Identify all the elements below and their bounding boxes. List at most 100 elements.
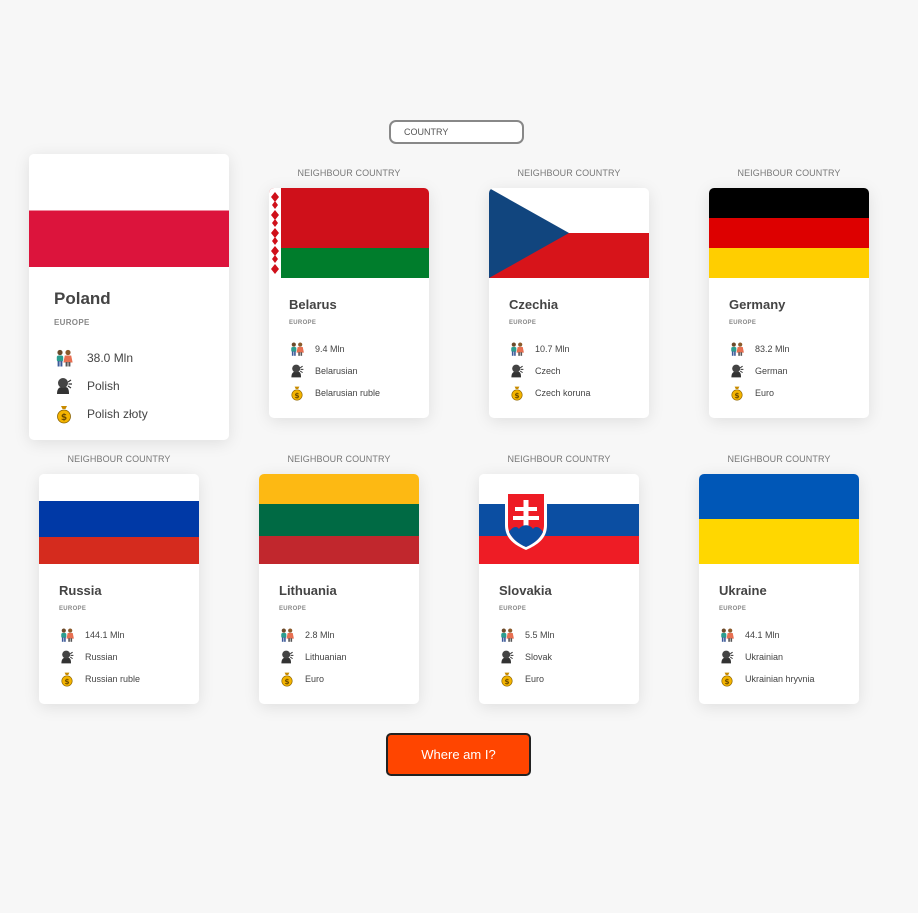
- speaking-head-icon: [54, 376, 74, 396]
- country-region: EUROPE: [499, 606, 527, 612]
- money-bag-icon: $: [499, 671, 515, 687]
- neighbour-label: NEIGHBOUR COUNTRY: [737, 168, 841, 178]
- people-icon: [729, 341, 745, 357]
- people-icon: [289, 341, 305, 357]
- population-value: 83.2 Mln: [755, 344, 790, 354]
- country-name: Belarus: [289, 297, 337, 312]
- language-value: German: [755, 366, 788, 376]
- people-icon: [59, 627, 75, 643]
- currency-value: Euro: [755, 388, 775, 398]
- speaking-head-icon: [59, 649, 75, 665]
- svg-text:$: $: [294, 391, 299, 400]
- population-value: 9.4 Mln: [315, 344, 345, 354]
- language-value: Polish: [87, 379, 120, 393]
- neighbour-label: NEIGHBOUR COUNTRY: [67, 454, 171, 464]
- country-region: EUROPE: [289, 320, 317, 326]
- money-bag-icon: $: [54, 404, 74, 424]
- main-country-card: Poland EUROPE 38.0 Mln Polish $ Polish z…: [29, 154, 229, 440]
- svg-text:$: $: [61, 413, 67, 423]
- money-bag-icon: $: [719, 671, 735, 687]
- where-am-i-button[interactable]: Where am I?: [386, 733, 531, 776]
- neighbour-card-czechia[interactable]: Czechia EUROPE 10.7 Mln Czech $ Czech kor…: [489, 188, 649, 418]
- neighbour-card-germany[interactable]: Germany EUROPE 83.2 Mln German $ Euro: [709, 188, 869, 418]
- population-value: 5.5 Mln: [525, 630, 555, 640]
- money-bag-icon: $: [729, 385, 745, 401]
- country-name: Ukraine: [719, 583, 767, 598]
- country-region: EUROPE: [54, 318, 90, 327]
- language-row: Lithuanian: [279, 646, 399, 668]
- people-icon: [509, 341, 525, 357]
- people-icon: [54, 348, 74, 368]
- population-value: 2.8 Mln: [305, 630, 335, 640]
- language-value: Slovak: [525, 652, 553, 662]
- germany-flag: [709, 188, 869, 278]
- currency-value: Euro: [525, 674, 545, 684]
- neighbour-label: NEIGHBOUR COUNTRY: [297, 168, 401, 178]
- currency-value: Belarusian ruble: [315, 388, 381, 398]
- svg-text:$: $: [724, 677, 729, 686]
- neighbour-card-belarus[interactable]: Belarus EUROPE 9.4 Mln Belarusian $ Belar…: [269, 188, 429, 418]
- language-row: Belarusian: [289, 360, 409, 382]
- language-row: Polish: [54, 372, 204, 400]
- country-region: EUROPE: [729, 320, 757, 326]
- currency-row: $ Euro: [729, 382, 849, 404]
- country-region: EUROPE: [279, 606, 307, 612]
- country-name: Slovakia: [499, 583, 552, 598]
- population-row: 2.8 Mln: [279, 624, 399, 646]
- neighbour-card-russia[interactable]: Russia EUROPE 144.1 Mln Russian $ Russian…: [39, 474, 199, 704]
- neighbour-card-slovakia[interactable]: Slovakia EUROPE 5.5 Mln Slovak $ Euro: [479, 474, 639, 704]
- currency-row: $ Czech koruna: [509, 382, 629, 404]
- currency-row: $ Russian ruble: [59, 668, 179, 690]
- svg-text:$: $: [514, 391, 519, 400]
- svg-text:$: $: [504, 677, 509, 686]
- population-value: 144.1 Mln: [85, 630, 125, 640]
- population-row: 144.1 Mln: [59, 624, 179, 646]
- language-value: Belarusian: [315, 366, 358, 376]
- language-value: Russian: [85, 652, 118, 662]
- language-value: Czech: [535, 366, 561, 376]
- language-value: Ukrainian: [745, 652, 784, 662]
- neighbour-card-ukraine[interactable]: Ukraine EUROPE 44.1 Mln Ukrainian $ Ukrai…: [699, 474, 859, 704]
- neighbour-card-lithuania[interactable]: Lithuania EUROPE 2.8 Mln Lithuanian $ Eur…: [259, 474, 419, 704]
- svg-text:$: $: [734, 391, 739, 400]
- money-bag-icon: $: [279, 671, 295, 687]
- country-name: Poland: [54, 289, 111, 308]
- speaking-head-icon: [719, 649, 735, 665]
- lithuania-flag: [259, 474, 419, 564]
- currency-value: Czech koruna: [535, 388, 591, 398]
- money-bag-icon: $: [59, 671, 75, 687]
- currency-value: Russian ruble: [85, 674, 141, 684]
- svg-text:$: $: [64, 677, 69, 686]
- speaking-head-icon: [509, 363, 525, 379]
- neighbour-label: NEIGHBOUR COUNTRY: [727, 454, 831, 464]
- language-row: German: [729, 360, 849, 382]
- currency-row: $ Euro: [279, 668, 399, 690]
- slovakia-flag: [479, 474, 639, 564]
- country-search-input[interactable]: [389, 120, 524, 144]
- country-region: EUROPE: [719, 606, 747, 612]
- svg-text:$: $: [284, 677, 289, 686]
- speaking-head-icon: [499, 649, 515, 665]
- population-row: 9.4 Mln: [289, 338, 409, 360]
- population-row: 5.5 Mln: [499, 624, 619, 646]
- currency-row: $ Polish złoty: [54, 400, 204, 428]
- population-value: 10.7 Mln: [535, 344, 570, 354]
- language-row: Slovak: [499, 646, 619, 668]
- poland-flag: [29, 154, 229, 267]
- ukraine-flag: [699, 474, 859, 564]
- russia-flag: [39, 474, 199, 564]
- population-row: 83.2 Mln: [729, 338, 849, 360]
- currency-row: $ Belarusian ruble: [289, 382, 409, 404]
- money-bag-icon: $: [509, 385, 525, 401]
- country-name: Germany: [729, 297, 786, 312]
- country-region: EUROPE: [509, 320, 537, 326]
- language-row: Czech: [509, 360, 629, 382]
- people-icon: [719, 627, 735, 643]
- money-bag-icon: $: [289, 385, 305, 401]
- language-row: Ukrainian: [719, 646, 839, 668]
- people-icon: [279, 627, 295, 643]
- country-region: EUROPE: [59, 606, 87, 612]
- neighbour-label: NEIGHBOUR COUNTRY: [507, 454, 611, 464]
- neighbour-label: NEIGHBOUR COUNTRY: [287, 454, 391, 464]
- language-row: Russian: [59, 646, 179, 668]
